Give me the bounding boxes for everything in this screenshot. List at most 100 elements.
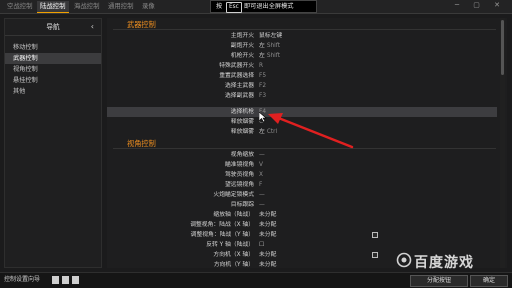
binding-value[interactable]: 鼠标左键 xyxy=(259,31,282,41)
sidebar-item-weapons[interactable]: 武器控制 xyxy=(5,53,101,64)
binding-row-selected[interactable]: 选择机枪 F4 xyxy=(107,107,497,117)
tab-air-control[interactable]: 空战控制 xyxy=(4,1,36,12)
esc-key-badge: Esc xyxy=(226,2,242,13)
binding-value[interactable]: — xyxy=(259,190,265,200)
key-name: Shift xyxy=(266,53,280,59)
binding-label: 选择主武器 xyxy=(225,83,254,89)
settings-box-icon[interactable] xyxy=(372,252,378,258)
tab-common-control[interactable]: 通用控制 xyxy=(105,1,137,12)
watermark-text: 百度游戏 xyxy=(414,255,474,271)
section-divider xyxy=(113,29,496,30)
binding-label: 目标跟踪 xyxy=(230,202,254,208)
navigation-sidebar: 导航 ‹ 移动控制 武器控制 视角控制 悬挂控制 其他 xyxy=(4,18,102,268)
binding-value[interactable]: F5 xyxy=(259,71,266,81)
binding-label: 机枪开火 xyxy=(230,53,254,59)
controls-wizard-button[interactable]: 控制设置向导 xyxy=(4,275,40,285)
binding-row[interactable]: 机枪开火 左 Shift xyxy=(107,51,497,61)
key-name: Shift xyxy=(266,43,280,49)
binding-value[interactable]: 未分配 xyxy=(259,250,276,260)
modifier-prefix: 左 xyxy=(259,53,265,59)
binding-label: 望远镜视角 xyxy=(225,182,254,188)
binding-row[interactable]: 反转 Y 轴（陆战） ☐ xyxy=(107,240,497,250)
binding-value[interactable]: X xyxy=(259,170,263,180)
binding-label: 主炮开火 xyxy=(230,33,254,39)
binding-label: 重置武器选择 xyxy=(219,73,254,79)
scrollbar-thumb[interactable] xyxy=(501,20,504,75)
watermark-logo-icon xyxy=(396,252,412,268)
binding-label: 特殊武器开火 xyxy=(219,63,254,69)
binding-value[interactable]: — xyxy=(259,150,265,160)
settings-box-icon[interactable] xyxy=(372,232,378,238)
binding-label: 反转 Y 轴（陆战） xyxy=(206,242,254,248)
binding-value[interactable]: 未分配 xyxy=(259,220,276,230)
binding-value[interactable]: 左 Shift xyxy=(259,41,280,51)
sidebar-title: 导航 xyxy=(46,23,60,31)
binding-value[interactable]: — xyxy=(259,200,265,210)
binding-row[interactable]: 瞄准镜视角 V xyxy=(107,160,497,170)
invert-checkbox[interactable]: ☐ xyxy=(259,240,264,250)
tip-text: 即可退出全屏模式 xyxy=(244,3,294,10)
binding-row[interactable]: 释放烟雾 C xyxy=(107,117,497,127)
ok-button[interactable]: 确定 xyxy=(470,275,508,287)
fullscreen-exit-tip: 按 Esc 即可退出全屏模式 xyxy=(210,0,317,13)
binding-value[interactable]: 未分配 xyxy=(259,260,276,270)
binding-label: 选择机枪 xyxy=(230,109,254,115)
section-divider xyxy=(113,148,496,149)
binding-row[interactable]: 主炮开火 鼠标左键 xyxy=(107,31,497,41)
binding-label: 调整视角：陆战（X 轴） xyxy=(190,222,254,228)
binding-row[interactable]: 重置武器选择 F5 xyxy=(107,71,497,81)
binding-label: 瞄准镜视角 xyxy=(225,162,254,168)
binding-value[interactable]: F2 xyxy=(259,81,266,91)
binding-value[interactable]: R xyxy=(259,61,263,71)
binding-label: 调整视角：陆战（Y 轴） xyxy=(190,232,254,238)
sidebar-item-movement[interactable]: 移动控制 xyxy=(5,42,101,53)
binding-value[interactable]: 未分配 xyxy=(259,230,276,240)
binding-row[interactable]: 缩放轴（陆战） 未分配 xyxy=(107,210,497,220)
tab-ground-control[interactable]: 陆战控制 xyxy=(37,1,69,13)
binding-label: 缩放轴（陆战） xyxy=(213,212,254,218)
binding-row[interactable]: 选择副武器 F3 xyxy=(107,91,497,101)
open-preset-icon[interactable] xyxy=(62,276,69,284)
binding-value[interactable]: 左 Ctrl xyxy=(259,127,277,137)
binding-row[interactable]: 选择主武器 F2 xyxy=(107,81,497,91)
binding-label: 驾驶员视角 xyxy=(225,172,254,178)
binding-label: 方向机（X 轴） xyxy=(213,252,254,258)
binding-label: 火炮瞄定锁模式 xyxy=(213,192,254,198)
binding-row[interactable]: 调整视角：陆战（X 轴） 未分配 xyxy=(107,220,497,230)
binding-label: 副炮开火 xyxy=(230,43,254,49)
window-controls[interactable]: ─ ▢ ✕ xyxy=(455,1,506,9)
sidebar-item-other[interactable]: 其他 xyxy=(5,86,101,97)
sidebar-header: 导航 ‹ xyxy=(5,19,101,36)
new-preset-icon[interactable] xyxy=(52,276,59,284)
assign-button[interactable]: 分配按钮 xyxy=(410,275,468,287)
tip-prefix: 按 xyxy=(216,3,223,10)
collapse-chevron-icon[interactable]: ‹ xyxy=(91,19,94,35)
sidebar-item-view[interactable]: 视角控制 xyxy=(5,64,101,75)
binding-row[interactable]: 视角缩放 — xyxy=(107,150,497,160)
binding-label: 方向机（Y 轴） xyxy=(213,262,254,268)
sidebar-item-suspension[interactable]: 悬挂控制 xyxy=(5,75,101,86)
binding-value[interactable]: V xyxy=(259,160,263,170)
binding-row[interactable]: 驾驶员视角 X xyxy=(107,170,497,180)
modifier-prefix: 左 xyxy=(259,43,265,49)
binding-value[interactable]: F xyxy=(259,180,262,190)
binding-value[interactable]: 左 Shift xyxy=(259,51,280,61)
tab-replay[interactable]: 录像 xyxy=(139,1,158,12)
tab-naval-control[interactable]: 海战控制 xyxy=(71,1,103,12)
mouse-cursor-icon xyxy=(259,112,267,122)
binding-row[interactable]: 目标跟踪 — xyxy=(107,200,497,210)
binding-row[interactable]: 释放烟雾 左 Ctrl xyxy=(107,127,497,137)
binding-row[interactable]: 调整视角：陆战（Y 轴） 未分配 xyxy=(107,230,497,240)
binding-row[interactable]: 火炮瞄定锁模式 — xyxy=(107,190,497,200)
modifier-prefix: 左 xyxy=(259,129,265,135)
binding-row[interactable]: 特殊武器开火 R xyxy=(107,61,497,71)
key-name: Ctrl xyxy=(266,129,278,135)
vertical-scrollbar[interactable] xyxy=(500,18,505,268)
binding-value[interactable]: 未分配 xyxy=(259,210,276,220)
save-preset-icon[interactable] xyxy=(72,276,79,284)
binding-label: 释放烟雾 xyxy=(230,129,254,135)
binding-row[interactable]: 副炮开火 左 Shift xyxy=(107,41,497,51)
controls-list: 武器控制 主炮开火 鼠标左键 副炮开火 左 Shift 机枪开火 左 Shift 特… xyxy=(107,18,507,268)
binding-row[interactable]: 望远镜视角 F xyxy=(107,180,497,190)
binding-value[interactable]: F3 xyxy=(259,91,266,101)
